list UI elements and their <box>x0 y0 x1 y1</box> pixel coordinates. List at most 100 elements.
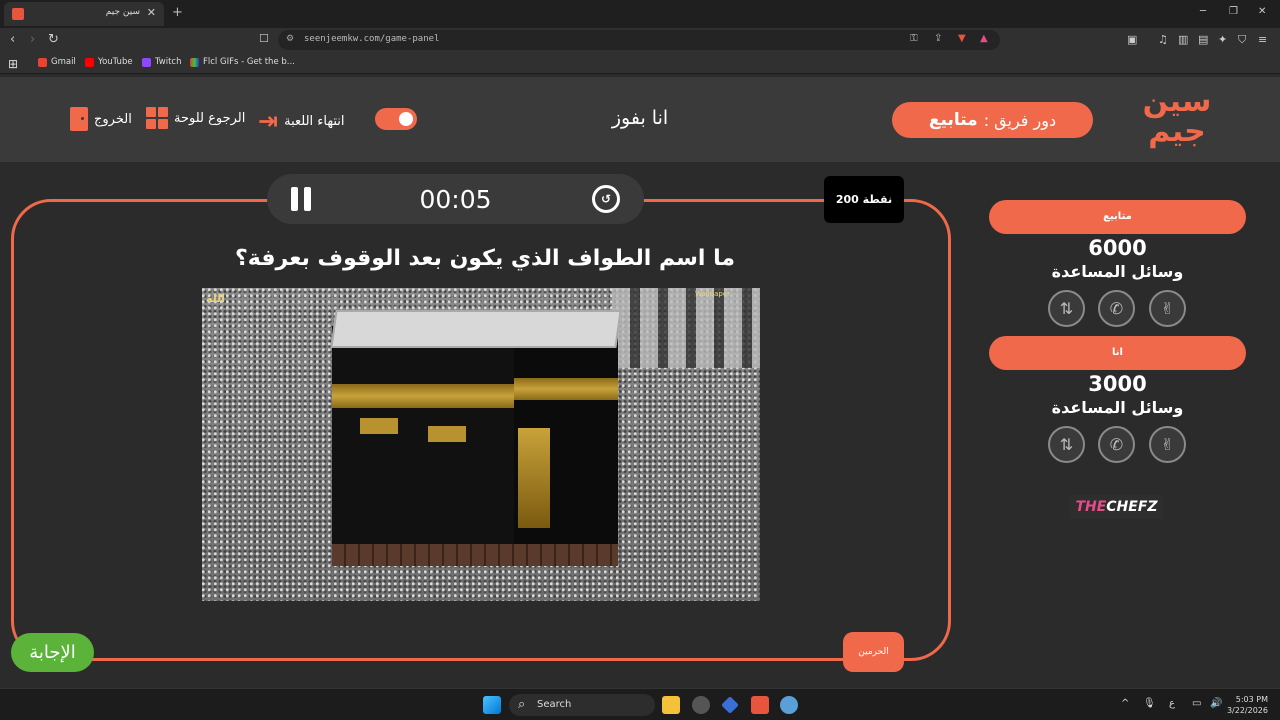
media-icon[interactable]: ♫ <box>1158 33 1168 46</box>
question-points: 200 نقطة <box>824 176 904 223</box>
answer-button[interactable]: الإجابة <box>11 633 94 672</box>
giphy-icon <box>190 57 199 67</box>
leo-icon[interactable]: ✦ <box>1218 33 1227 46</box>
url-text: seenjeemkw.com/game-panel <box>304 34 440 44</box>
team-1-aids-label: وسائل المساعدة <box>1051 262 1184 281</box>
game-header: سين جيم دور فريق : متابيع انا بفوز ⇥ انت… <box>0 77 1280 162</box>
sponsor-name: CHEFZ <box>1106 499 1158 515</box>
chatgpt-icon[interactable] <box>692 696 710 714</box>
system-clock[interactable]: 5:03 PM 3/22/2026 <box>1227 694 1268 716</box>
timer-bar: 00:05 ↺ <box>267 174 644 224</box>
sidebar-icon[interactable]: ▣ <box>1127 33 1137 46</box>
reload-icon[interactable]: ↻ <box>48 32 59 47</box>
network-icon[interactable]: ▭ <box>1192 698 1201 709</box>
exit-button[interactable]: الخروج <box>70 107 132 131</box>
taskbar-search[interactable]: Search <box>509 694 655 716</box>
sponsor-prefix: THE <box>1075 499 1107 515</box>
apps-grid-icon[interactable]: ⊞ <box>8 57 18 71</box>
question-image: الله Wallpaper <box>202 288 760 601</box>
kaaba-shape <box>332 326 514 546</box>
back-to-board-button[interactable]: الرجوع للوحة <box>146 107 245 129</box>
gmail-icon <box>38 57 47 67</box>
menu-icon[interactable]: ≡ <box>1258 33 1267 46</box>
team-turn-badge: دور فريق : متابيع <box>892 102 1093 138</box>
bookmark-icon[interactable]: ☐ <box>259 32 269 45</box>
reset-timer-icon[interactable]: ↺ <box>592 185 620 213</box>
browser-tab-bar: سين جيم ✕ + ─ ❐ ✕ <box>0 0 1280 28</box>
end-game-button[interactable]: ⇥ انتهاء اللعبة <box>258 107 345 135</box>
close-tab-icon[interactable]: ✕ <box>147 6 156 19</box>
bookmarks-bar: ⊞ Gmail YouTube Twitch Flcl GIFs - Get t… <box>0 52 1280 74</box>
team-2-score: 3000 <box>1088 372 1147 396</box>
key-icon[interactable]: ⚿ <box>910 33 918 44</box>
swap-question-icon[interactable]: ⇅ <box>1048 290 1085 327</box>
kaaba-plaque <box>360 418 398 434</box>
swap-question-icon[interactable]: ⇅ <box>1048 426 1085 463</box>
browser-tab[interactable]: سين جيم ✕ <box>4 2 164 26</box>
app-shield-icon[interactable] <box>780 696 798 714</box>
address-toolbar: ‹ › ↻ ☐ ⚙ seenjeemkw.com/game-panel ⚿ ⇪ … <box>0 28 1280 52</box>
language-indicator[interactable]: ع <box>1169 698 1175 709</box>
game-name: انا بفوز <box>611 107 669 129</box>
kaaba-roof <box>330 310 622 348</box>
image-watermark: Wallpaper <box>694 290 730 298</box>
bookmark-flcl[interactable]: Flcl GIFs - Get the b... <box>190 57 295 67</box>
call-friend-icon[interactable]: ✆ <box>1098 290 1135 327</box>
image-logo: الله <box>206 292 226 305</box>
kaaba-gold-band <box>332 384 514 408</box>
brave-browser-icon[interactable] <box>751 696 769 714</box>
minimize-icon[interactable]: ─ <box>1200 6 1206 17</box>
vpn-icon[interactable]: ⛉ <box>1238 33 1246 47</box>
wallet-icon[interactable]: ▤ <box>1198 33 1208 46</box>
rewards-icon[interactable]: ▲ <box>980 33 988 44</box>
exit-door-icon <box>70 107 88 131</box>
file-explorer-icon[interactable] <box>662 696 680 714</box>
kaaba-door <box>518 428 550 528</box>
forward-icon[interactable]: › <box>30 32 35 47</box>
team-1-score: 6000 <box>1088 236 1147 260</box>
bookmark-twitch[interactable]: Twitch <box>142 57 182 67</box>
site-favicon-icon <box>12 8 24 20</box>
volume-icon[interactable]: 🔊 <box>1210 698 1222 709</box>
start-icon[interactable] <box>483 696 501 714</box>
share-icon[interactable]: ⇪ <box>934 33 942 44</box>
tray-expand-icon[interactable]: ^ <box>1121 698 1129 709</box>
url-bar[interactable]: ⚙ seenjeemkw.com/game-panel ⚿ ⇪ ▼ ▲ <box>278 30 1000 50</box>
mosque-arches <box>612 288 760 368</box>
close-window-icon[interactable]: ✕ <box>1258 6 1266 17</box>
kaaba-plaque <box>428 426 466 442</box>
team-2-aids-label: وسائل المساعدة <box>1051 398 1184 417</box>
brave-shield-icon[interactable]: ▼ <box>958 33 966 44</box>
twitch-icon <box>142 57 151 67</box>
microphone-icon[interactable]: 🎙 <box>1143 698 1156 709</box>
reader-icon[interactable]: ▥ <box>1178 33 1188 46</box>
end-game-arrow-icon: ⇥ <box>258 107 279 135</box>
kaaba-gold-band-side <box>514 378 618 400</box>
taskbar: Search ^ 🎙 ع ▭ 🔊 5:03 PM 3/22/2026 <box>0 688 1280 720</box>
site-info-icon[interactable]: ⚙ <box>286 34 294 44</box>
maximize-icon[interactable]: ❐ <box>1229 6 1238 17</box>
turn-label: دور فريق : <box>983 110 1057 130</box>
two-answers-icon[interactable]: ✌ <box>1149 426 1186 463</box>
youtube-icon <box>85 57 94 67</box>
clock-time: 5:03 PM <box>1235 695 1268 704</box>
timer-display: 00:05 <box>419 185 492 214</box>
back-to-board-label: الرجوع للوحة <box>174 110 246 126</box>
team-1-name: متابيع <box>989 200 1246 234</box>
call-friend-icon[interactable]: ✆ <box>1098 426 1135 463</box>
app-diamond-icon[interactable] <box>721 696 739 714</box>
back-icon[interactable]: ‹ <box>10 32 15 47</box>
clock-date: 3/22/2026 <box>1226 706 1268 715</box>
sponsor-logo: THECHEFZ <box>1070 495 1163 519</box>
bookmark-gmail[interactable]: Gmail <box>38 57 76 67</box>
new-tab-icon[interactable]: + <box>172 5 183 20</box>
turn-team-name: متابيع <box>928 110 978 130</box>
seenjeem-logo: سين جيم <box>1142 84 1212 149</box>
team-2-name: انا <box>989 336 1246 370</box>
category-badge: الحرمين <box>843 632 904 672</box>
end-game-toggle[interactable] <box>375 108 417 130</box>
two-answers-icon[interactable]: ✌ <box>1149 290 1186 327</box>
exit-label: الخروج <box>94 111 132 127</box>
kaaba-base <box>332 544 618 566</box>
bookmark-youtube[interactable]: YouTube <box>85 57 133 67</box>
